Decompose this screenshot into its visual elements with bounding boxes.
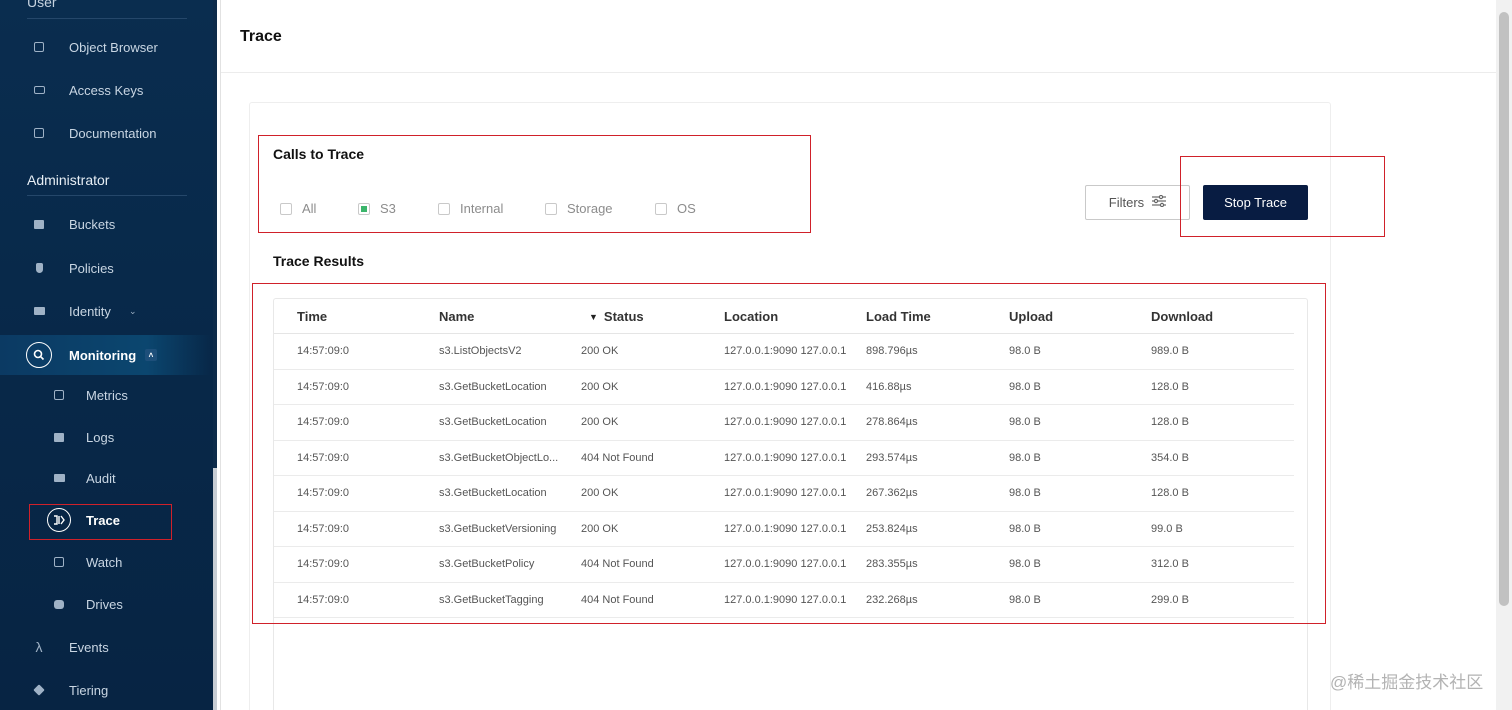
sidebar-item-label: Audit [86,470,116,486]
tiering-icon [33,684,45,696]
sidebar-item-logs[interactable]: Logs [0,417,210,457]
sidebar-item-label: Drives [86,596,123,612]
filters-button-label: Filters [1108,195,1145,210]
page-scrollbar[interactable] [1496,0,1512,710]
trace-results-title: Trace Results [273,253,365,269]
annotation-highlight-box [29,504,172,540]
sidebar-item-object-browser[interactable]: Object Browser [0,27,210,67]
sidebar-item-identity[interactable]: Identity ⌄ [0,291,210,331]
sidebar-item-access-keys[interactable]: Access Keys [0,70,210,110]
chevron-down-icon[interactable]: ⌄ [129,306,137,317]
divider [220,0,221,710]
annotation-highlight-box [1180,156,1385,237]
lambda-icon: λ [35,639,43,655]
sidebar-item-metrics[interactable]: Metrics [0,375,210,415]
divider [27,195,187,196]
sidebar-item-audit[interactable]: Audit [0,458,210,498]
bucket-icon [33,218,45,230]
sidebar-item-monitoring[interactable]: Monitoring ˄ [0,335,210,375]
sidebar-item-label: Object Browser [69,39,158,55]
watermark: @稀土掘金技术社区 [1330,673,1484,692]
sidebar-item-label: Tiering [69,682,109,698]
sliders-icon [1152,194,1167,210]
sidebar-item-label: Metrics [86,387,128,403]
audit-icon [53,472,65,484]
watch-icon [53,556,65,568]
page-title: Trace [240,28,282,45]
metrics-icon [53,389,65,401]
document-icon [33,127,45,139]
sidebar-item-tiering[interactable]: Tiering [0,670,210,710]
sidebar-item-label: Buckets [69,216,116,232]
key-icon [33,84,45,96]
sidebar-item-label: Access Keys [69,82,144,98]
sidebar-item-label: Identity [69,303,111,319]
sidebar-item-documentation[interactable]: Documentation [0,113,210,153]
sidebar-item-buckets[interactable]: Buckets [0,204,210,244]
sidebar-item-label: Events [69,639,109,655]
sidebar-item-policies[interactable]: Policies [0,248,210,288]
drives-icon [53,598,65,610]
sidebar-item-watch[interactable]: Watch [0,542,210,582]
shield-icon [33,262,45,274]
sidebar: User Object Browser Access Keys Document… [0,0,217,710]
logs-icon [53,431,65,443]
object-browser-icon [33,41,45,53]
sidebar-item-events[interactable]: λ Events [0,627,210,667]
identity-icon [33,305,45,317]
sidebar-item-label: Monitoring [69,347,137,363]
monitoring-icon [26,342,52,368]
scrollbar-thumb[interactable] [1499,12,1509,606]
sidebar-scrollbar[interactable] [213,0,217,710]
sidebar-item-label: Logs [86,429,115,445]
annotation-highlight-box [252,283,1326,624]
annotation-highlight-box [258,135,811,233]
administrator-section-label: Administrator [27,172,110,188]
sidebar-item-label: Watch [86,554,123,570]
divider [27,18,187,19]
filters-button[interactable]: Filters [1085,185,1190,220]
page-header: Trace [221,0,1496,73]
user-section-label: User [27,0,57,10]
sidebar-item-label: Documentation [69,125,157,141]
sidebar-item-drives[interactable]: Drives [0,584,210,624]
sidebar-item-label: Policies [69,260,114,276]
chevron-up-icon[interactable]: ˄ [145,349,157,361]
